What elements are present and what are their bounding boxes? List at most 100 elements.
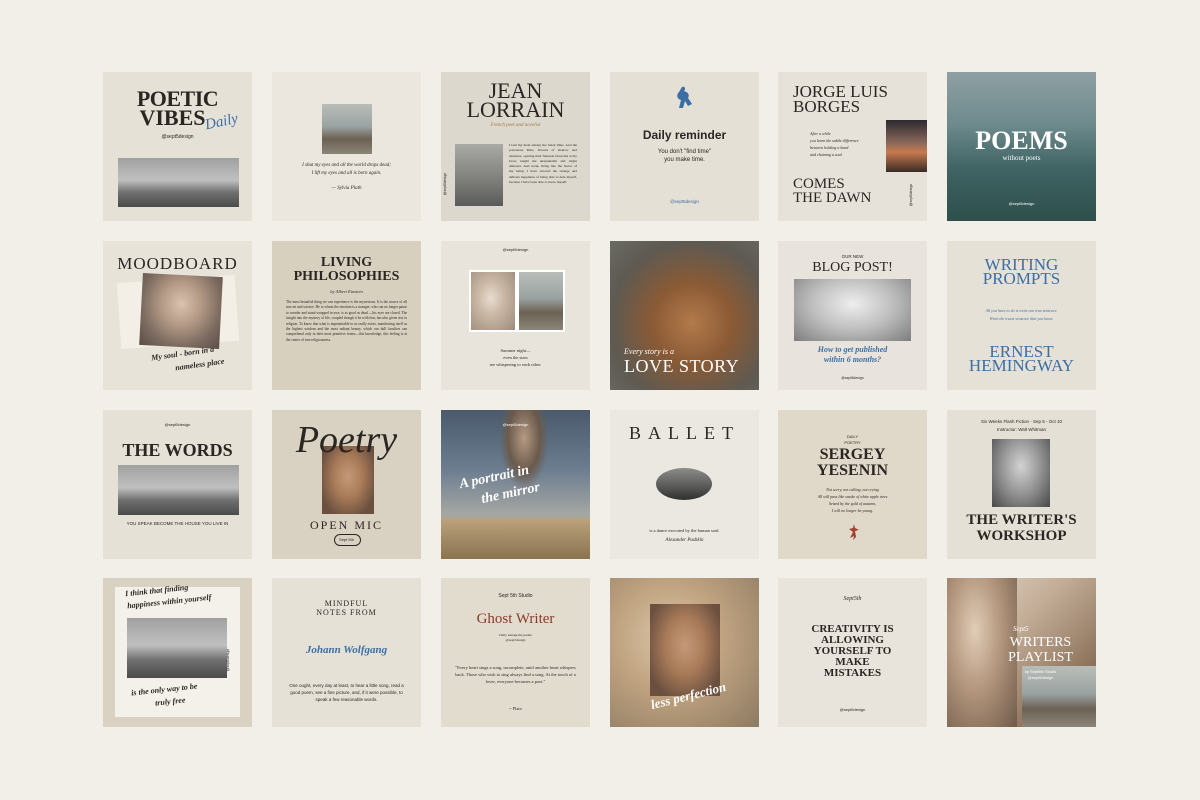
template-daily-reminder[interactable]: Daily reminder You don't "find time" you… (610, 72, 759, 221)
tile-title: CREATIVITY IS ALLOWING YOURSELF TO MAKE … (811, 623, 894, 679)
script-line2: within 6 months? (823, 355, 882, 364)
template-less-perfection[interactable]: less perfection (610, 578, 759, 727)
tile-title-line2: PROMPTS (982, 269, 1061, 288)
sub-line1: Daily instagram poems (499, 633, 532, 637)
tile-title-line1: MINDFUL (324, 599, 369, 608)
caption-text: YOU SPEAK BECOME THE HOUSE YOU LIVE IN (126, 521, 229, 526)
tile-body-text: One ought, every day at least, to hear a… (289, 683, 404, 702)
logo-text: Sept5th (843, 596, 862, 602)
template-blog-post[interactable]: OUR NEW BLOG POST! How to get published … (778, 241, 927, 390)
body-line2: you make time. (664, 157, 705, 163)
template-jean-lorrain[interactable]: JEAN LORRAIN French poet and novelist I … (441, 72, 590, 221)
studio-text: Sept 5th Studio (498, 593, 533, 599)
template-mindful-notes[interactable]: MINDFUL NOTES FROM Johann Wolfgang One o… (272, 578, 421, 727)
tile-title: THE WORDS (122, 440, 233, 460)
quote-text: "Every heart sings a song, incomplete, u… (455, 665, 576, 684)
tile-photo (139, 272, 223, 350)
tile-photo-left (469, 270, 517, 332)
template-moodboard[interactable]: MOODBOARD My soul - born in a nameless p… (103, 241, 252, 390)
tile-photo (656, 468, 712, 500)
handle-text: @sept5design (161, 134, 194, 140)
byline: by Albert Einstein (330, 289, 363, 294)
poem-line3: are whispering to each other. (489, 362, 542, 367)
tile-title: POEMS (975, 126, 1068, 155)
pre-title-line2: POETRY (844, 440, 861, 445)
pre-title-line1: DAILY (846, 434, 859, 439)
template-poetic-vibes[interactable]: POETIC VIBES Daily @sept5design (103, 72, 252, 221)
template-borges[interactable]: JORGE LUIS BORGES After a while you lear… (778, 72, 927, 221)
tile-title: BLOG POST! (812, 260, 893, 275)
tile-title-line1: THE WRITER'S (966, 512, 1077, 528)
tile-photo-right (517, 270, 565, 332)
script-title: Poetry (295, 419, 398, 461)
tile-photo (118, 465, 239, 515)
handle-text: @sept5design (226, 648, 231, 672)
sand-dune (441, 518, 590, 559)
sub-line1: by Sept5th Studio (1024, 669, 1057, 674)
header-line1: Six Weeks Flash Fiction · Sep 5 - Oct 10 (981, 419, 1062, 424)
tile-title-line2: PLAYLIST (1008, 650, 1073, 665)
template-ghost-writer[interactable]: Sept 5th Studio Ghost Writer Daily insta… (441, 578, 590, 727)
tile-title-line2: LORRAIN (466, 97, 565, 122)
tile-body-text: I laid my head among the black lilies. A… (509, 143, 577, 185)
author-line2: HEMINGWAY (968, 356, 1075, 375)
script-line2: nameless place (174, 356, 225, 373)
tile-title: Ghost Writer (476, 611, 555, 627)
prompt-line1: All you have to do is write one true sen… (985, 308, 1058, 313)
handle-text: @sept5design (841, 376, 864, 380)
script-line1: How to get published (817, 345, 888, 354)
prompt-line2: Write the truest sentence that you know. (989, 316, 1054, 321)
handle-text: @sept5design (502, 247, 529, 252)
quote-author: ~ Plato (509, 706, 522, 711)
tile-title: LOVE STORY (624, 356, 740, 376)
date-text: Sept 5th (339, 537, 354, 542)
quote-line2: I lift my eyes and all is born again. (311, 171, 382, 176)
tile-photo (127, 618, 227, 678)
tile-photo (886, 120, 927, 172)
template-sylvia-plath[interactable]: I shut my eyes and all the world drops d… (272, 72, 421, 221)
tile-photo (992, 439, 1050, 507)
template-happiness[interactable]: I think that finding happiness within yo… (103, 578, 252, 727)
tile-subtitle: French poet and novelist (490, 123, 541, 128)
template-portrait-mirror[interactable]: @sept5design A portrait in the mirror (441, 410, 590, 559)
template-writers-workshop[interactable]: Six Weeks Flash Fiction · Sep 5 - Oct 10… (947, 410, 1096, 559)
dancer-icon (849, 524, 859, 540)
script-text: Sept5 (1013, 625, 1029, 633)
tile-title-line2: BORGES (793, 97, 861, 116)
tile-title-line2: NOTES FROM (316, 608, 377, 617)
tile-title-line2: YESENIN (816, 462, 889, 479)
poem-text: After a while you learn the subtle diffe… (810, 131, 859, 157)
body-line1: You don't "find time" (657, 149, 712, 155)
tile-photo (118, 158, 239, 207)
quote-author: Alexander Pushkin (665, 538, 704, 543)
template-love-story[interactable]: Every story is a LOVE STORY (610, 241, 759, 390)
tile-photo (455, 144, 503, 206)
template-the-words[interactable]: @sept5design THE WORDS YOU SPEAK BECOME … (103, 410, 252, 559)
tile-title: BALLET (629, 423, 740, 443)
handle-text: @sept5design (1008, 201, 1035, 206)
template-poems[interactable]: POEMS without poets @sept5design (947, 72, 1096, 221)
template-living-philosophies[interactable]: LIVING PHILOSOPHIES by Albert Einstein T… (272, 241, 421, 390)
template-writers-playlist[interactable]: Sept5 WRITERS PLAYLIST by Sept5th Studio… (947, 578, 1096, 727)
tile-title-line2: WORKSHOP (976, 528, 1067, 544)
template-summer-night[interactable]: @sept5design Summer night— even the star… (441, 241, 590, 390)
sub-line2: @sept5design (505, 638, 526, 642)
bottom-title-line2: THE DAWN (793, 190, 872, 206)
tile-body-text: The most beautiful thing we can experien… (286, 300, 408, 342)
template-ballet[interactable]: BALLET is a dance executed by the human … (610, 410, 759, 559)
poem-line2: even the stars (503, 355, 528, 360)
template-writing-prompts[interactable]: WRITING PROMPTS All you have to do is wr… (947, 241, 1096, 390)
template-creativity[interactable]: Sept5th CREATIVITY IS ALLOWING YOURSELF … (778, 578, 927, 727)
quote-author: — Sylvia Plath (331, 186, 362, 191)
tile-title-line2: PHILOSOPHIES (293, 269, 400, 284)
poem-text: Not sorry, not calling, not crying All w… (817, 487, 888, 513)
handle-text: @sept5design (670, 199, 699, 204)
header-line2: Instructor: Walt Whitman (996, 427, 1047, 432)
tile-title: Daily reminder (642, 128, 727, 142)
template-open-mic[interactable]: Poetry OPEN MIC Sept 5th (272, 410, 421, 559)
script-text: Every story is a (624, 347, 674, 356)
template-yesenin[interactable]: DAILY POETRY SERGEY YESENIN Not sorry, n… (778, 410, 927, 559)
handle-text: @sept5design (502, 422, 529, 427)
pre-title: OUR NEW (841, 254, 864, 259)
tile-subtitle: without poets (1002, 154, 1041, 162)
